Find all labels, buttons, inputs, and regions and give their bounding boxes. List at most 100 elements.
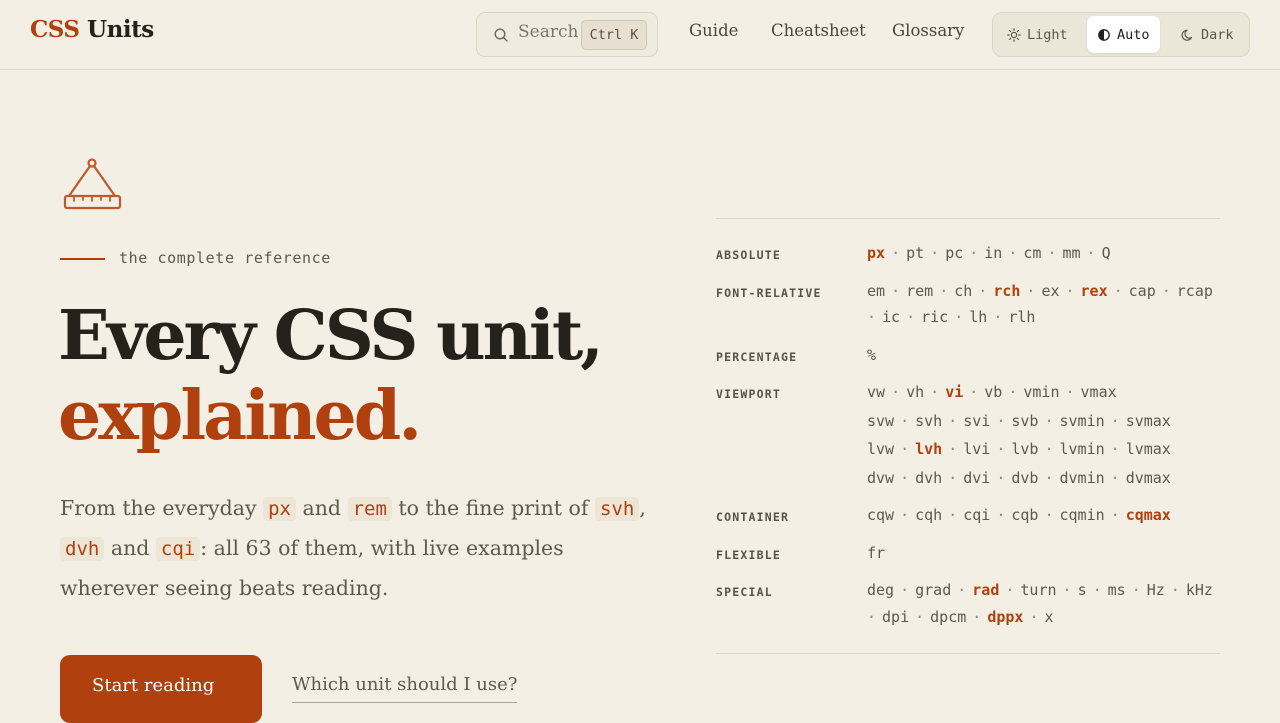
nav-guide[interactable]: Guide (689, 21, 738, 40)
moon-icon (1181, 29, 1193, 41)
unit-link[interactable]: pc (945, 244, 963, 262)
theme-auto-button[interactable]: Auto (1087, 16, 1160, 53)
unit-link[interactable]: % (867, 346, 876, 364)
unit-separator: · (1065, 282, 1075, 300)
unit-link[interactable]: em (867, 282, 885, 300)
unit-link[interactable]: lvi (963, 440, 990, 458)
unit-separator: · (996, 506, 1006, 524)
unit-link[interactable]: rex (1081, 282, 1108, 300)
unit-link[interactable]: Q (1102, 244, 1111, 262)
unit-link[interactable]: ric (921, 308, 948, 326)
unit-separator: · (969, 383, 979, 401)
unit-link[interactable]: vmin (1023, 383, 1059, 401)
unit-link[interactable]: Hz (1147, 581, 1165, 599)
unit-category-label: CONTAINER (716, 510, 790, 524)
unit-link[interactable]: vw (867, 383, 885, 401)
unit-link[interactable]: lvh (915, 440, 942, 458)
unit-link[interactable]: dvmax (1126, 469, 1171, 487)
unit-link[interactable]: vb (984, 383, 1002, 401)
unit-link[interactable]: cap (1129, 282, 1156, 300)
unit-category-label: FONT-RELATIVE (716, 286, 822, 300)
unit-separator: · (1029, 608, 1039, 626)
unit-separator: · (1047, 244, 1057, 262)
unit-separator: · (900, 440, 910, 458)
unit-link[interactable]: mm (1062, 244, 1080, 262)
unit-separator: · (1044, 468, 1054, 487)
unit-link[interactable]: dvb (1011, 469, 1038, 487)
unit-category-label: ABSOLUTE (716, 248, 781, 262)
unit-link[interactable]: ic (882, 308, 900, 326)
unit-separator: · (948, 440, 958, 458)
lede-code-dvh: dvh (60, 537, 105, 561)
which-unit-link[interactable]: Which unit should I use? (292, 674, 518, 703)
site-logo[interactable]: CSS Units (30, 16, 154, 43)
unit-link[interactable]: lvw (867, 440, 894, 458)
unit-link[interactable]: grad (915, 581, 951, 599)
unit-link[interactable]: rch (993, 282, 1020, 300)
unit-link[interactable]: svh (915, 412, 942, 430)
search-icon (494, 28, 508, 42)
unit-link[interactable]: svi (963, 412, 990, 430)
unit-separator: · (1092, 581, 1102, 599)
unit-link[interactable]: cqmax (1126, 506, 1171, 524)
unit-link[interactable]: in (984, 244, 1002, 262)
unit-link[interactable]: cqh (915, 506, 942, 524)
theme-light-button[interactable]: Light (997, 16, 1078, 53)
search-button[interactable]: Search Ctrl K (476, 12, 658, 57)
unit-link[interactable]: lvmax (1126, 440, 1171, 458)
unit-separator: · (1062, 581, 1072, 599)
unit-link[interactable]: rlh (1008, 308, 1035, 326)
unit-link[interactable]: dvh (915, 469, 942, 487)
nav-cheatsheet[interactable]: Cheatsheet (771, 21, 866, 40)
unit-link[interactable]: svmin (1060, 412, 1105, 430)
unit-link[interactable]: cqi (963, 506, 990, 524)
unit-link[interactable]: cm (1023, 244, 1041, 262)
unit-link[interactable]: px (867, 244, 885, 262)
unit-link[interactable]: ch (954, 282, 972, 300)
unit-link[interactable]: s (1078, 581, 1087, 599)
unit-link[interactable]: pt (906, 244, 924, 262)
unit-link[interactable]: vmax (1081, 383, 1117, 401)
unit-link[interactable]: dvi (963, 469, 990, 487)
unit-link[interactable]: cqw (867, 506, 894, 524)
unit-link[interactable]: deg (867, 581, 894, 599)
unit-link[interactable]: rem (906, 282, 933, 300)
unit-row: deg · grad · rad · turn · s · ms · Hz · kHz (867, 581, 1227, 599)
unit-link[interactable]: ex (1041, 282, 1059, 300)
unit-link[interactable]: rcap (1177, 282, 1213, 300)
theme-dark-button[interactable]: Dark (1171, 16, 1244, 53)
unit-link[interactable]: svw (867, 412, 894, 430)
search-placeholder: Search (518, 22, 579, 42)
unit-link[interactable]: lh (969, 308, 987, 326)
unit-separator: · (972, 608, 982, 626)
unit-link[interactable]: dppx (987, 608, 1023, 626)
unit-link[interactable]: dpi (882, 608, 909, 626)
unit-link[interactable]: dvw (867, 469, 894, 487)
unit-link[interactable]: fr (867, 544, 885, 562)
unit-separator: · (948, 506, 958, 524)
unit-link[interactable]: dvmin (1060, 469, 1105, 487)
unit-link[interactable]: svb (1011, 412, 1038, 430)
nav-glossary[interactable]: Glossary (892, 21, 964, 40)
lede-code-cqi: cqi (155, 537, 201, 561)
theme-light-label: Light (1027, 26, 1068, 43)
unit-separator: · (996, 440, 1006, 458)
unit-separator: · (939, 282, 949, 300)
unit-link[interactable]: dpcm (930, 608, 966, 626)
unit-link[interactable]: rad (972, 581, 999, 599)
unit-link[interactable]: vi (945, 383, 963, 401)
unit-link[interactable]: vh (906, 383, 924, 401)
unit-link[interactable]: lvb (1011, 440, 1038, 458)
unit-link[interactable]: x (1044, 608, 1053, 626)
unit-link[interactable]: kHz (1186, 581, 1213, 599)
unit-link[interactable]: cqb (1011, 506, 1038, 524)
unit-link[interactable]: svmax (1126, 412, 1171, 430)
unit-link[interactable]: ms (1108, 581, 1126, 599)
unit-row: px · pt · pc · in · cm · mm · Q (867, 244, 1227, 262)
unit-link[interactable]: turn (1020, 581, 1056, 599)
unit-link[interactable]: lvmin (1060, 440, 1105, 458)
unit-link[interactable]: cqmin (1060, 506, 1105, 524)
start-reading-button[interactable]: Start reading (60, 655, 262, 723)
unit-separator: · (1005, 581, 1015, 599)
unit-row: vw · vh · vi · vb · vmin · vmax (867, 383, 1227, 401)
